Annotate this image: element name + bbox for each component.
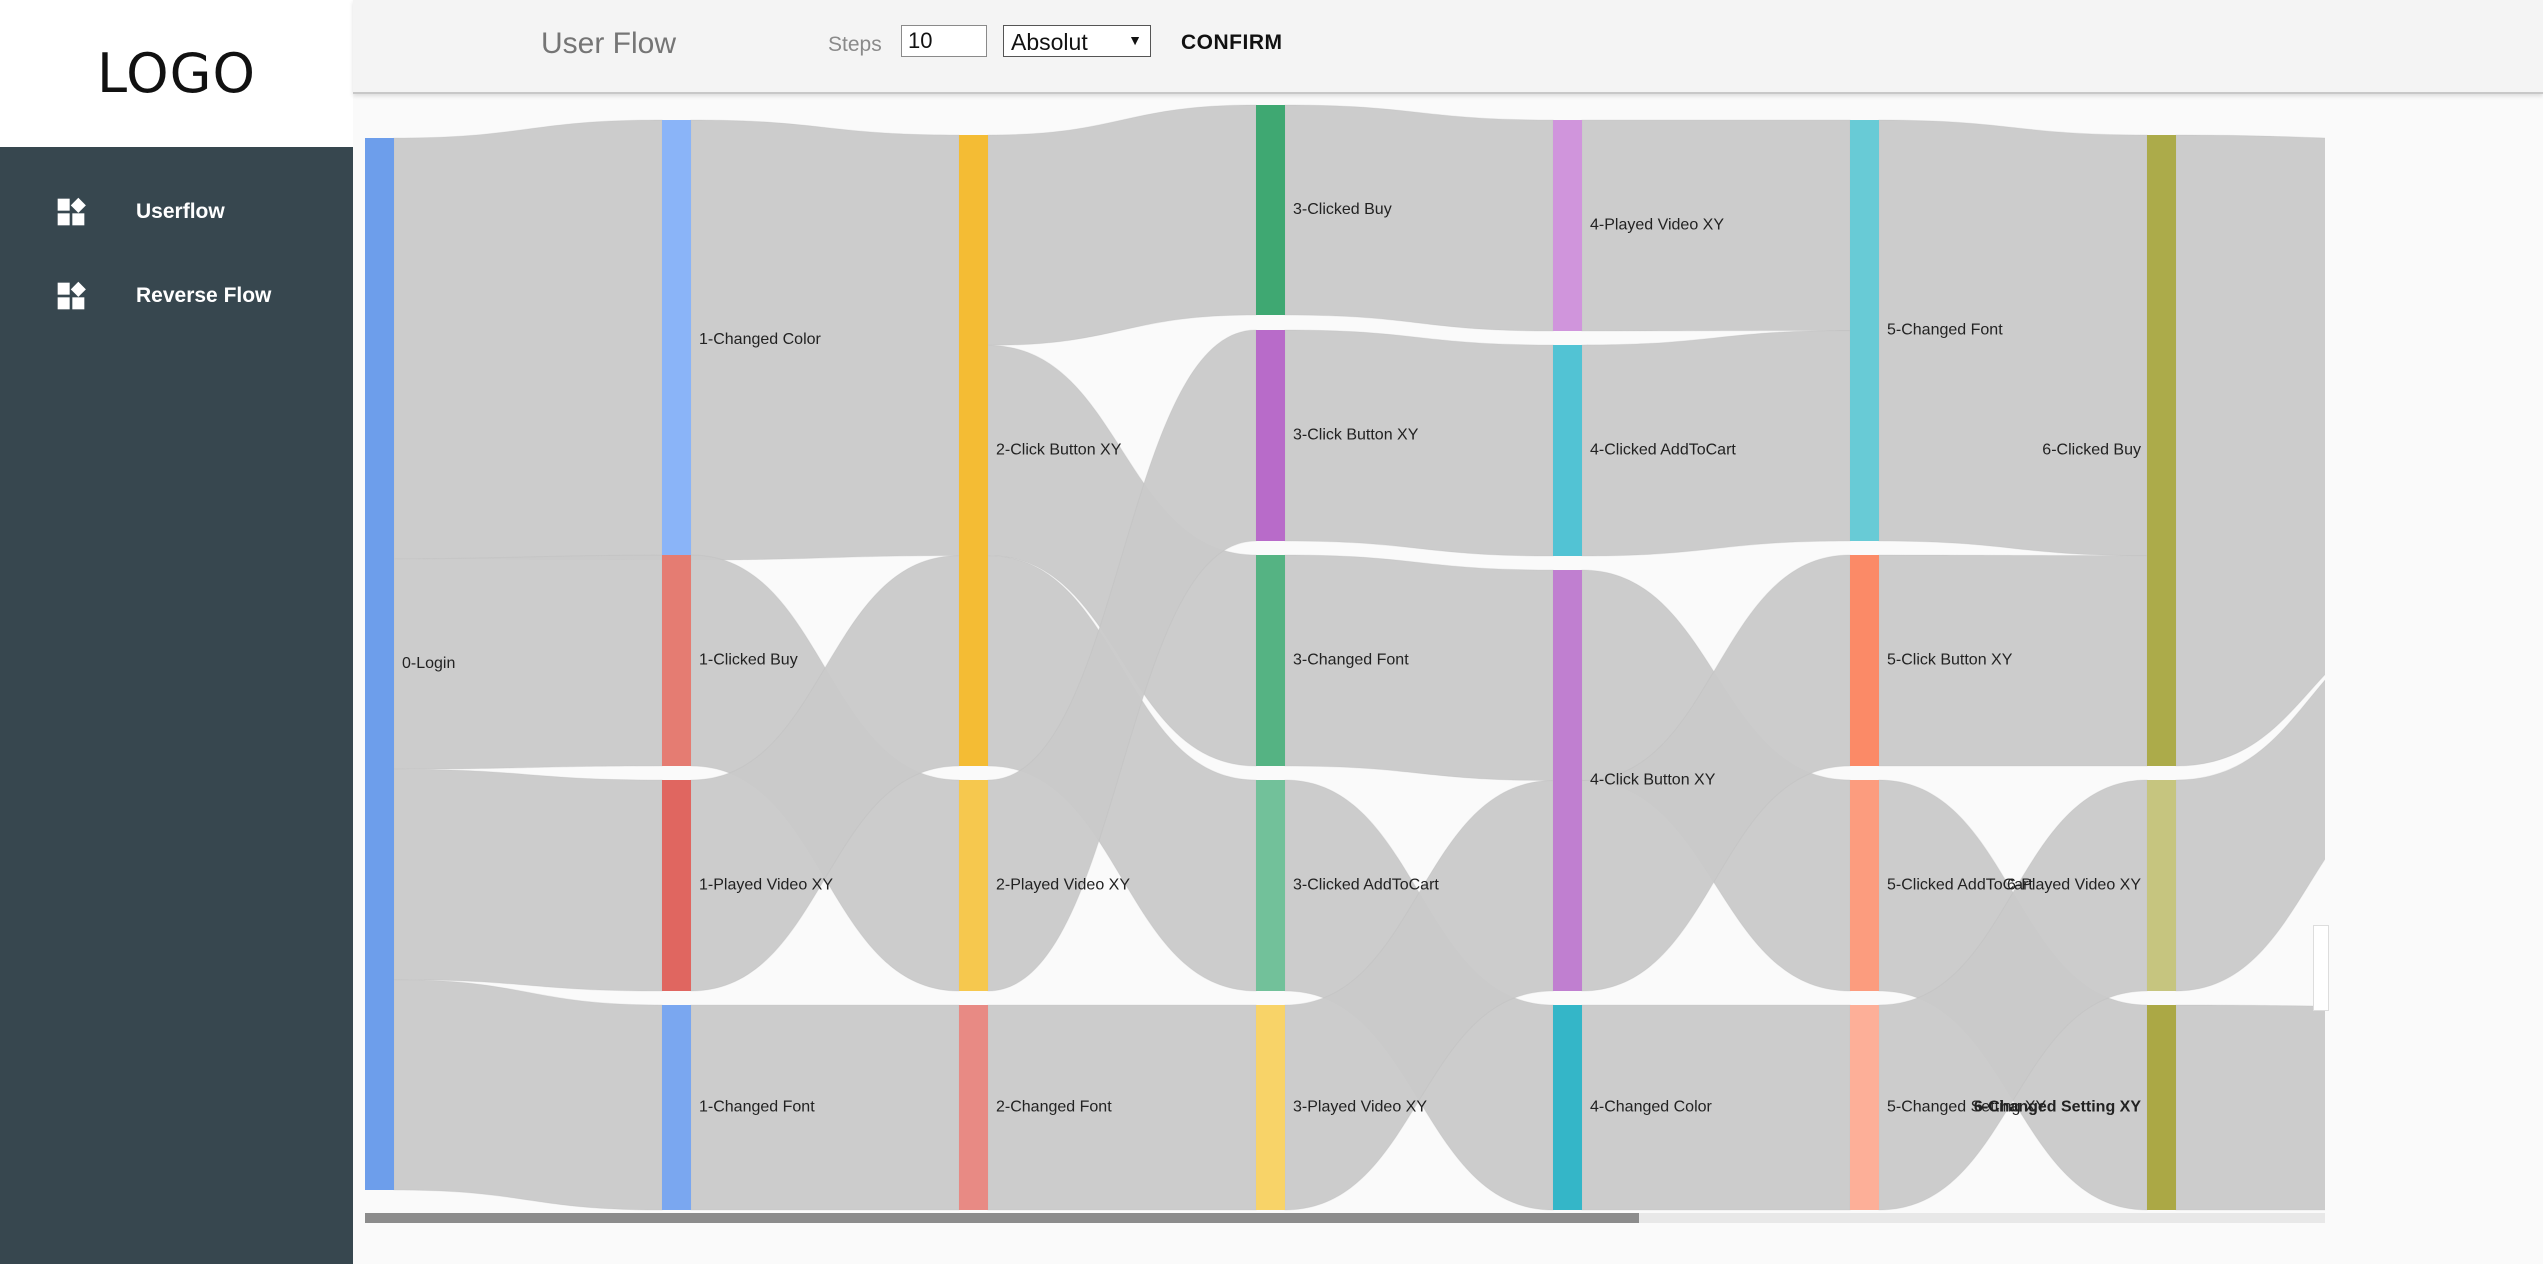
sankey-node-label: 3-Changed Font [1293,652,1409,669]
tooltip-panel [2313,925,2329,1011]
sankey-link-n6c-n7b[interactable] [2175,1004,2325,1211]
sankey-node-label: 1-Clicked Buy [699,652,798,669]
dashboard-icon [57,197,86,226]
sankey-node-label: 3-Clicked AddToCart [1293,877,1439,894]
sankey-node-n4a[interactable] [1553,120,1582,331]
sankey-node-label: 4-Click Button XY [1590,772,1716,789]
sidebar-item-label: Userflow [136,200,225,223]
toolbar: User Flow Steps Absolut ▼ CONFIRM [353,0,2543,94]
sankey-node-label: 1-Played Video XY [699,877,833,894]
sankey-link-n0-n1c[interactable] [393,768,663,992]
sankey-node-label: 2-Played Video XY [996,877,1130,894]
sankey-node-n5a[interactable] [1850,120,1879,541]
sankey-node-label: 1-Changed Font [699,1099,815,1116]
sankey-node-label: 5-Changed Font [1887,322,2003,339]
sankey-node-n3d[interactable] [1256,780,1285,991]
sankey-node-n6c[interactable] [2147,1005,2176,1210]
sankey-node-label: 4-Changed Color [1590,1099,1713,1116]
sankey-node-label: 0-Login [402,655,455,672]
sankey-node-n0[interactable] [365,138,394,1190]
sankey-node-n4b[interactable] [1553,345,1582,556]
sankey-node-n6a[interactable] [2147,135,2176,766]
sankey-node-label: 3-Click Button XY [1293,427,1419,444]
mode-select[interactable]: Absolut ▼ [1003,25,1151,57]
sankey-chart: 0-Login 1-Changed Color 1-Clicked Buy 1-Pla… [365,95,2325,1215]
sankey-node-n3c[interactable] [1256,555,1285,766]
logo-area: LOGO [0,0,353,147]
sankey-node-label: 2-Click Button XY [996,442,1122,459]
steps-input[interactable] [901,25,987,57]
sankey-node-n2b[interactable] [959,780,988,991]
sidebar-item-userflow[interactable]: Userflow [0,182,353,242]
sankey-node-n5b[interactable] [1850,555,1879,766]
steps-label: Steps [828,33,882,56]
sankey-node-n2a[interactable] [959,135,988,766]
sankey-node-label: 3-Played Video XY [1293,1099,1427,1116]
sankey-node-label: 1-Changed Color [699,331,822,348]
dashboard-icon [57,281,86,310]
sankey-node-n3a[interactable] [1256,105,1285,315]
sankey-link-n6a-n7a[interactable] [2175,134,2325,767]
sankey-link-n2a-n3a[interactable] [987,104,1257,346]
chevron-down-icon: ▼ [1128,32,1142,48]
sidebar-item-label: Reverse Flow [136,284,272,307]
sankey-node-n5c[interactable] [1850,780,1879,991]
sankey-node-n1b[interactable] [662,555,691,766]
sankey-node-n2c[interactable] [959,1005,988,1210]
sankey-link-n0-n1a[interactable] [393,119,663,561]
sankey-node-n1c[interactable] [662,780,691,991]
sankey-node-label: 6-Played Video XY [2007,877,2141,894]
mode-select-value: Absolut [1011,29,1088,55]
sankey-node-n4d[interactable] [1553,1005,1582,1210]
sankey-node-label: 5-Click Button XY [1887,652,2013,669]
sidebar-item-reverse-flow[interactable]: Reverse Flow [0,266,353,326]
confirm-button[interactable]: CONFIRM [1181,31,1283,55]
sankey-node-n1a[interactable] [662,120,691,560]
sankey-link-n0-n1d[interactable] [393,979,663,1211]
sankey-node-n5d[interactable] [1850,1005,1879,1210]
sankey-node-label: 6-Clicked Buy [2042,442,2141,459]
app-logo: LOGO [96,42,256,105]
horizontal-scrollbar[interactable] [365,1213,2325,1223]
sankey-node-n3e[interactable] [1256,1005,1285,1210]
sankey-node-n4c[interactable] [1553,570,1582,991]
sankey-node-label: 4-Played Video XY [1590,217,1724,234]
sankey-node-label: 6-Changed Setting XY [1974,1099,2141,1116]
sidebar: LOGO Userflow Reverse Flow [0,0,353,1264]
sankey-svg: 0-Login 1-Changed Color 1-Clicked Buy 1-Pla… [365,104,2325,1211]
sankey-node-n6b[interactable] [2147,780,2176,991]
scrollbar-thumb[interactable] [365,1213,1639,1223]
sankey-node-label: 4-Clicked AddToCart [1590,442,1736,459]
page-title: User Flow [541,27,677,60]
sankey-node-n1d[interactable] [662,1005,691,1210]
sankey-node-n3b[interactable] [1256,330,1285,541]
sankey-node-label: 2-Changed Font [996,1099,1112,1116]
sankey-node-label: 3-Clicked Buy [1293,201,1392,218]
